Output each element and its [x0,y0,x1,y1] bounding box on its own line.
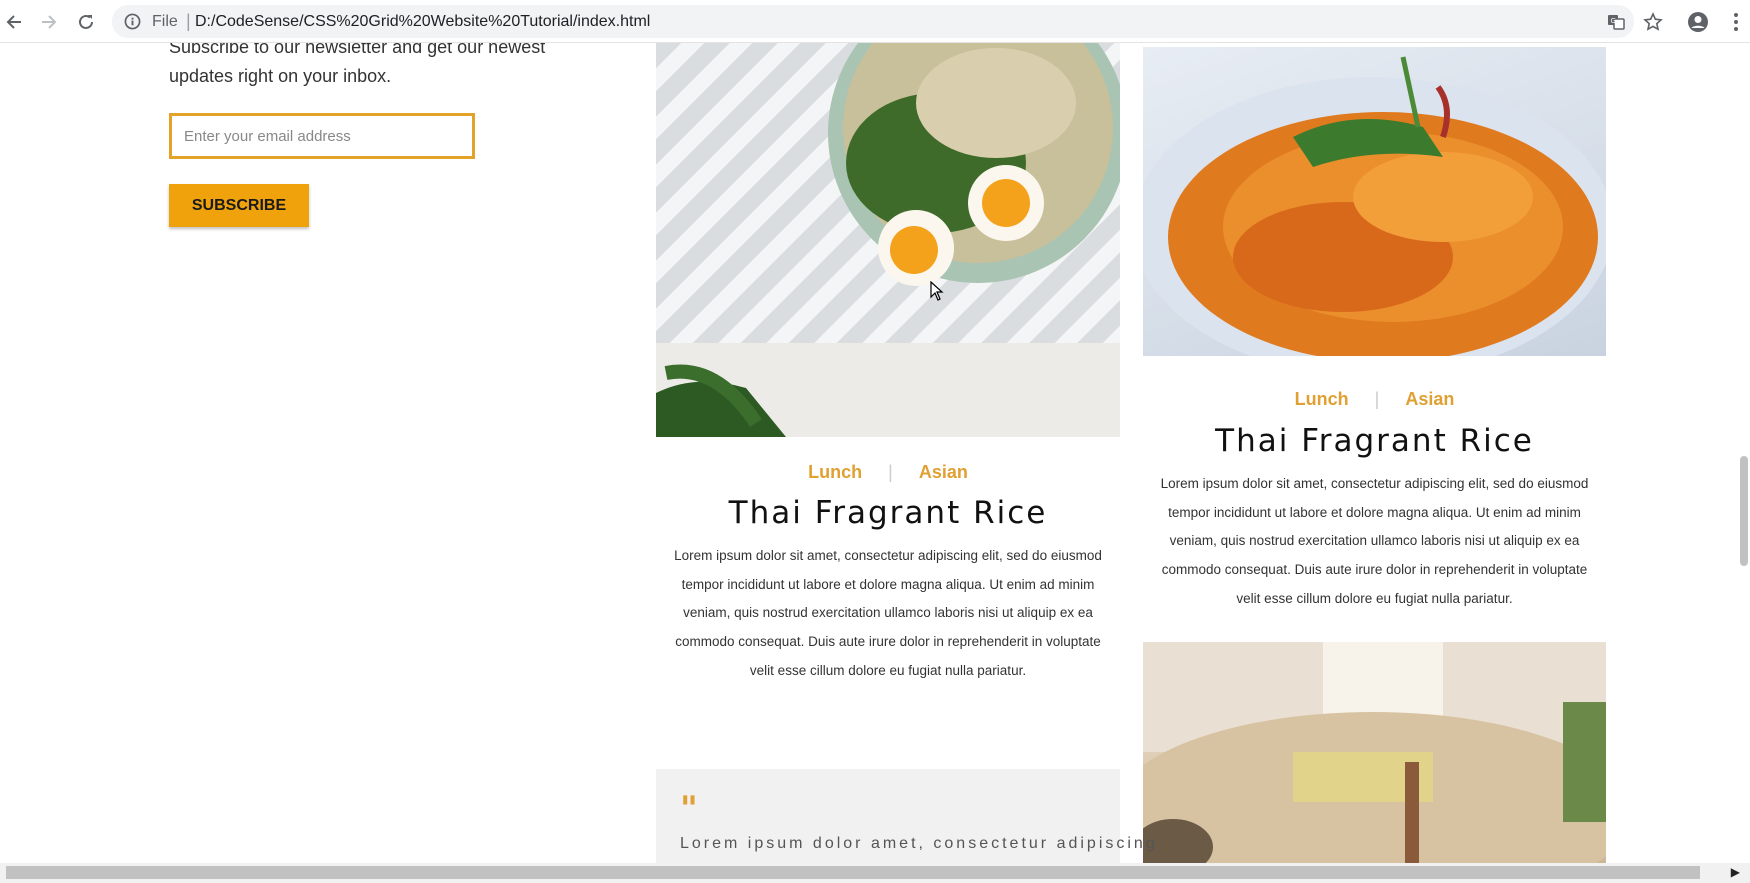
horizontal-scrollbar[interactable]: ▶ [0,863,1750,883]
page-content: Subscribe to our newsletter and get our … [0,43,1750,863]
translate-icon[interactable]: G [1604,10,1628,34]
food-image-pasta [1143,47,1606,356]
back-icon[interactable] [2,10,26,34]
food-image-rice-bowl [656,43,1120,437]
info-icon[interactable] [124,13,141,35]
card-2-title[interactable]: Thai Fragrant Rice [1143,423,1606,459]
quote-icon: " [680,789,698,829]
reload-icon[interactable] [74,10,98,34]
browser-toolbar: File | D:/CodeSense/CSS%20Grid%20Website… [0,0,1750,43]
vertical-scrollbar[interactable] [1736,43,1750,863]
card-2-tags: Lunch | Asian [1143,389,1606,410]
tag-asian[interactable]: Asian [919,462,968,483]
address-bar[interactable]: File | D:/CodeSense/CSS%20Grid%20Website… [112,5,1634,38]
star-icon[interactable] [1641,10,1665,34]
address-separator: | [186,11,191,31]
testimonial-box: " Lorem ipsum dolor amet, consectetur ad… [656,769,1155,863]
tag-asian[interactable]: Asian [1405,389,1454,410]
tag-separator: | [1374,389,1380,409]
file-label: File [152,13,178,30]
card-1-title[interactable]: Thai Fragrant Rice [656,495,1120,531]
account-icon[interactable] [1686,10,1710,34]
card-1-tags: Lunch | Asian [656,462,1120,483]
menu-icon[interactable] [1724,10,1748,34]
tag-lunch[interactable]: Lunch [808,462,862,483]
svg-text:G: G [1611,17,1616,25]
forward-icon[interactable] [37,10,61,34]
newsletter-text: Subscribe to our newsletter and get our … [169,43,546,86]
tag-separator: | [888,462,893,482]
url-text[interactable]: D:/CodeSense/CSS%20Grid%20Website%20Tuto… [195,13,650,31]
cursor-icon [930,281,944,301]
card-2-text: Lorem ipsum dolor sit amet, consectetur … [1160,476,1589,606]
tag-lunch[interactable]: Lunch [1295,389,1349,410]
vertical-scroll-thumb[interactable] [1740,456,1748,566]
horizontal-scroll-thumb[interactable] [6,866,1700,879]
testimonial-text: Lorem ipsum dolor amet, consectetur adip… [680,835,1158,852]
food-image-table [1143,642,1606,863]
subscribe-button[interactable]: SUBSCRIBE [169,184,309,227]
card-1-text: Lorem ipsum dolor sit amet, consectetur … [674,548,1102,678]
email-field[interactable] [169,113,475,159]
scroll-right-arrow-icon[interactable]: ▶ [1731,865,1740,879]
